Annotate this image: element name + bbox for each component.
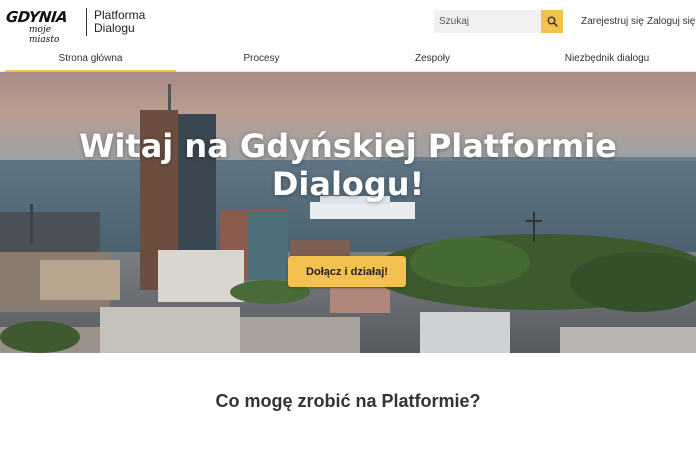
tab-home[interactable]: Strona główna [5, 44, 176, 72]
tab-home-label: Strona główna [58, 52, 123, 64]
logo-tagline: moje miasto [29, 25, 60, 45]
hero-banner: Witaj na Gdyńskiej Platformie Dialogu! D… [0, 72, 696, 353]
tab-dialogue-toolkit-label: Niezbędnik dialogu [564, 52, 650, 64]
platform-name-line2: Dialogu [94, 21, 135, 35]
register-link[interactable]: Zarejestruj się [581, 16, 644, 27]
main-nav: Strona główna Procesy Zespoły Niezbędnik… [0, 44, 696, 72]
tab-dialogue-toolkit[interactable]: Niezbędnik dialogu [518, 44, 696, 72]
search-icon [547, 16, 558, 27]
tab-processes-label: Procesy [243, 52, 280, 64]
tab-teams[interactable]: Zespoły [347, 44, 518, 72]
hero-title: Witaj na Gdyńskiej Platformie Dialogu! [48, 127, 648, 203]
site-header: GDYNIA moje miasto Platforma Dialogu Zar… [0, 0, 696, 45]
hero-title-line1: Witaj na Gdyńskiej Platformie [79, 127, 617, 165]
gdynia-logo[interactable]: GDYNIA moje miasto [5, 8, 82, 45]
logo-wordmark: GDYNIA [5, 8, 69, 26]
search-input[interactable] [434, 10, 541, 33]
platform-name[interactable]: Platforma Dialogu [94, 9, 145, 35]
hero-city-photo [0, 72, 696, 353]
login-link[interactable]: Zaloguj się [647, 16, 695, 27]
logo-divider [86, 8, 87, 36]
join-button[interactable]: Dołącz i działaj! [288, 256, 406, 287]
hero-title-line2: Dialogu! [271, 165, 425, 203]
tab-processes[interactable]: Procesy [176, 44, 347, 72]
search-button[interactable] [541, 10, 563, 33]
tab-teams-label: Zespoły [414, 52, 450, 64]
section-title: Co mogę zrobić na Platformie? [215, 391, 481, 411]
